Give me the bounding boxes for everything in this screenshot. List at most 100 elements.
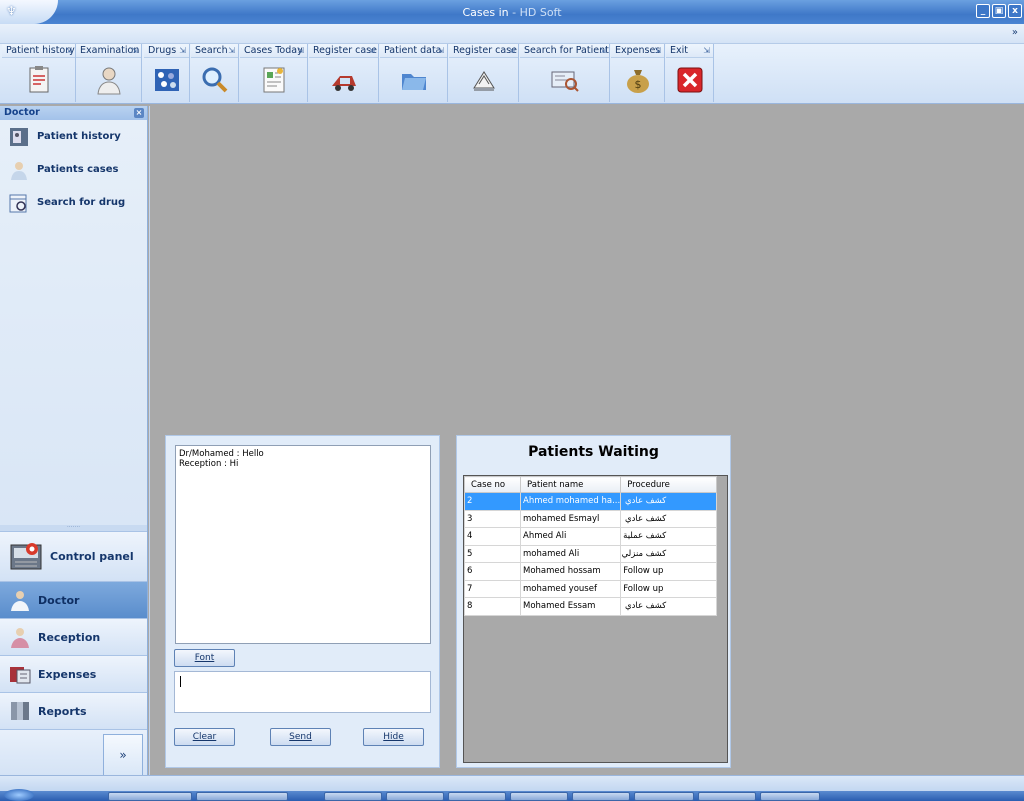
launcher-icon[interactable]: ⇲ bbox=[508, 44, 515, 57]
patients-waiting-panel: Patients Waiting Case no Patient name Pr… bbox=[456, 435, 731, 768]
launcher-icon[interactable]: ⇲ bbox=[179, 44, 186, 57]
tool-drugs[interactable]: Drugs ⇲ bbox=[144, 44, 190, 102]
font-button-label: Font bbox=[194, 653, 215, 663]
taskbar-button[interactable] bbox=[196, 792, 288, 801]
tool-label: Exit bbox=[670, 45, 688, 56]
patients-grid[interactable]: Case no Patient name Procedure 2 Ahmed m… bbox=[463, 475, 728, 763]
patient-icon bbox=[11, 161, 27, 180]
tool-label: Patient data bbox=[384, 45, 442, 56]
restore-button[interactable]: ▣ bbox=[992, 4, 1006, 18]
reports-icon bbox=[11, 702, 29, 720]
nav-section-title: Doctor bbox=[4, 107, 40, 118]
cell-procedure: كشف عادي bbox=[620, 597, 718, 616]
ambulance-icon bbox=[331, 76, 356, 91]
hide-button-label: Hide bbox=[383, 732, 404, 742]
cell-case-no: 8 bbox=[464, 597, 521, 616]
taskbar-button[interactable] bbox=[386, 792, 444, 801]
table-row[interactable]: 3 mohamed Esmayl كشف عادي bbox=[464, 509, 718, 528]
launcher-icon[interactable]: ⇲ bbox=[368, 44, 375, 57]
tool-register-case[interactable]: Register case ⇲ bbox=[309, 44, 379, 102]
cell-patient-name: Mohamed hossam bbox=[519, 562, 622, 581]
hide-button[interactable]: Hide bbox=[363, 728, 424, 746]
os-taskbar bbox=[0, 789, 1024, 801]
nav-more-button[interactable]: » bbox=[103, 734, 143, 776]
expenses-icon bbox=[10, 667, 31, 684]
minimize-button[interactable]: _ bbox=[976, 4, 990, 18]
table-row[interactable]: 7 mohamed yousef Follow up bbox=[464, 579, 718, 598]
cell-patient-name: Ahmed mohamed ha... bbox=[519, 492, 622, 511]
ribbon-toolbar: Patient history ⇲ Examination ⇲ Drugs ⇲ Sea… bbox=[0, 44, 1024, 104]
close-pane-icon[interactable]: × bbox=[134, 108, 144, 118]
tool-cases-today[interactable]: Cases Today ⇲ bbox=[240, 44, 308, 102]
exit-icon bbox=[677, 67, 702, 93]
tool-register-case-2[interactable]: Register case ⇲ bbox=[449, 44, 519, 102]
tool-search-patient[interactable]: Search for Patient ⇲ bbox=[520, 44, 610, 102]
nav-item-patient-history[interactable]: Patient history bbox=[0, 120, 147, 153]
close-button[interactable]: x bbox=[1008, 4, 1022, 18]
taskbar-button[interactable] bbox=[698, 792, 756, 801]
tool-examination[interactable]: Examination ⇲ bbox=[76, 44, 142, 102]
launcher-icon[interactable]: ⇲ bbox=[437, 44, 444, 57]
nav-button-label: Reports bbox=[38, 704, 87, 718]
launcher-icon[interactable]: ⇲ bbox=[703, 44, 710, 57]
nav-button-label: Reception bbox=[38, 630, 101, 644]
control-panel-icon bbox=[10, 542, 42, 569]
ribbon-tab-strip: » bbox=[0, 24, 1024, 44]
phone-card-icon bbox=[10, 127, 28, 146]
launcher-icon[interactable]: ⇲ bbox=[297, 44, 304, 57]
table-row[interactable]: 2 Ahmed mohamed ha... كشف عادي bbox=[464, 492, 718, 511]
collapse-ribbon-icon[interactable]: » bbox=[1012, 27, 1018, 38]
start-orb-icon[interactable] bbox=[4, 789, 34, 801]
font-button[interactable]: Font bbox=[174, 649, 235, 667]
cell-procedure: كشف عادي bbox=[620, 492, 718, 511]
tool-patient-data[interactable]: Patient data ⇲ bbox=[380, 44, 448, 102]
column-header-case-no[interactable]: Case no bbox=[464, 476, 521, 493]
tool-label: Drugs bbox=[148, 45, 177, 56]
nav-item-patients-cases[interactable]: Patients cases bbox=[0, 153, 147, 186]
table-row[interactable]: 5 mohamed Ali كشف منزلي bbox=[464, 544, 718, 563]
taskbar-button[interactable] bbox=[324, 792, 382, 801]
taskbar-button[interactable] bbox=[510, 792, 568, 801]
cell-patient-name: Ahmed Ali bbox=[519, 527, 622, 546]
launcher-icon[interactable]: ⇲ bbox=[65, 44, 72, 57]
tool-search[interactable]: Search ⇲ bbox=[191, 44, 239, 102]
chat-message: Dr/Mohamed : Hello bbox=[179, 449, 264, 459]
send-button[interactable]: Send bbox=[270, 728, 331, 746]
tool-exit[interactable]: Exit ⇲ bbox=[666, 44, 714, 102]
nav-button-doctor[interactable]: Doctor bbox=[0, 581, 147, 618]
cell-procedure: كشف عملية bbox=[620, 527, 718, 546]
taskbar-button[interactable] bbox=[634, 792, 694, 801]
send-button-label: Send bbox=[289, 732, 312, 742]
column-header-procedure[interactable]: Procedure bbox=[620, 476, 718, 493]
nav-item-search-for-drug[interactable]: Search for drug bbox=[0, 186, 147, 219]
taskbar-button[interactable] bbox=[760, 792, 820, 801]
svg-text:$: $ bbox=[634, 78, 641, 91]
nav-item-label: Search for drug bbox=[37, 197, 126, 208]
nav-button-reception[interactable]: Reception bbox=[0, 618, 147, 655]
column-header-patient-name[interactable]: Patient name bbox=[519, 476, 622, 493]
tool-patient-history[interactable]: Patient history ⇲ bbox=[2, 44, 76, 102]
nav-button-control-panel[interactable]: Control panel bbox=[0, 531, 147, 581]
chat-panel: Dr/Mohamed : Hello Reception : Hi Font C… bbox=[165, 435, 440, 768]
table-row[interactable]: 8 Mohamed Essam كشف عادي bbox=[464, 597, 718, 616]
table-row[interactable]: 4 Ahmed Ali كشف عملية bbox=[464, 527, 718, 546]
clear-button[interactable]: Clear bbox=[174, 728, 235, 746]
cell-case-no: 7 bbox=[464, 579, 521, 598]
nav-button-reports[interactable]: Reports bbox=[0, 692, 147, 729]
launcher-icon[interactable]: ⇲ bbox=[131, 44, 138, 57]
launcher-icon[interactable]: ⇲ bbox=[654, 44, 661, 57]
cell-procedure: كشف عادي bbox=[620, 509, 718, 528]
launcher-icon[interactable]: ⇲ bbox=[228, 44, 235, 57]
patients-waiting-title: Patients Waiting bbox=[528, 444, 659, 460]
table-row[interactable]: 6 Mohamed hossam Follow up bbox=[464, 562, 718, 581]
taskbar-button[interactable] bbox=[108, 792, 192, 801]
nav-button-label: Control panel bbox=[50, 550, 134, 563]
chat-message-input[interactable] bbox=[174, 671, 431, 713]
money-bag-icon: $ bbox=[626, 70, 649, 93]
taskbar-button[interactable] bbox=[448, 792, 506, 801]
taskbar-button[interactable] bbox=[572, 792, 630, 801]
launcher-icon[interactable]: ⇲ bbox=[599, 44, 606, 57]
patients-table: Case no Patient name Procedure 2 Ahmed m… bbox=[464, 476, 718, 616]
nav-button-expenses[interactable]: Expenses bbox=[0, 655, 147, 692]
tool-expenses[interactable]: Expenses ⇲ $ bbox=[611, 44, 665, 102]
